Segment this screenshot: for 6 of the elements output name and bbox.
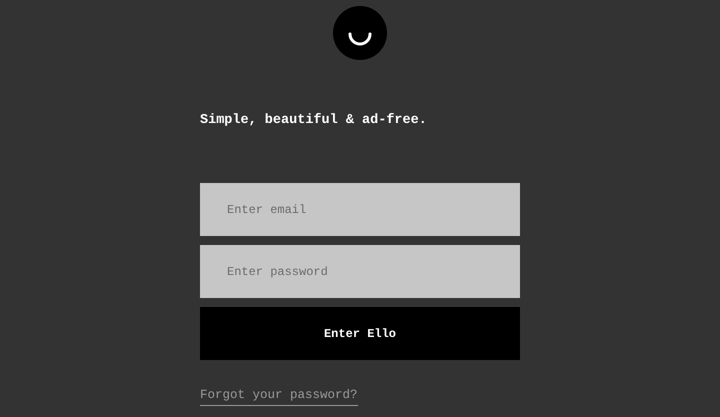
password-field[interactable]: Enter password <box>200 245 520 298</box>
smiley-logo-icon <box>333 6 387 60</box>
tagline: Simple, beautiful & ad-free. <box>200 113 428 129</box>
enter-button[interactable]: Enter Ello <box>200 307 520 360</box>
forgot-password-link[interactable]: Forgot your password? <box>200 387 358 406</box>
email-field[interactable]: Enter email <box>200 183 520 236</box>
